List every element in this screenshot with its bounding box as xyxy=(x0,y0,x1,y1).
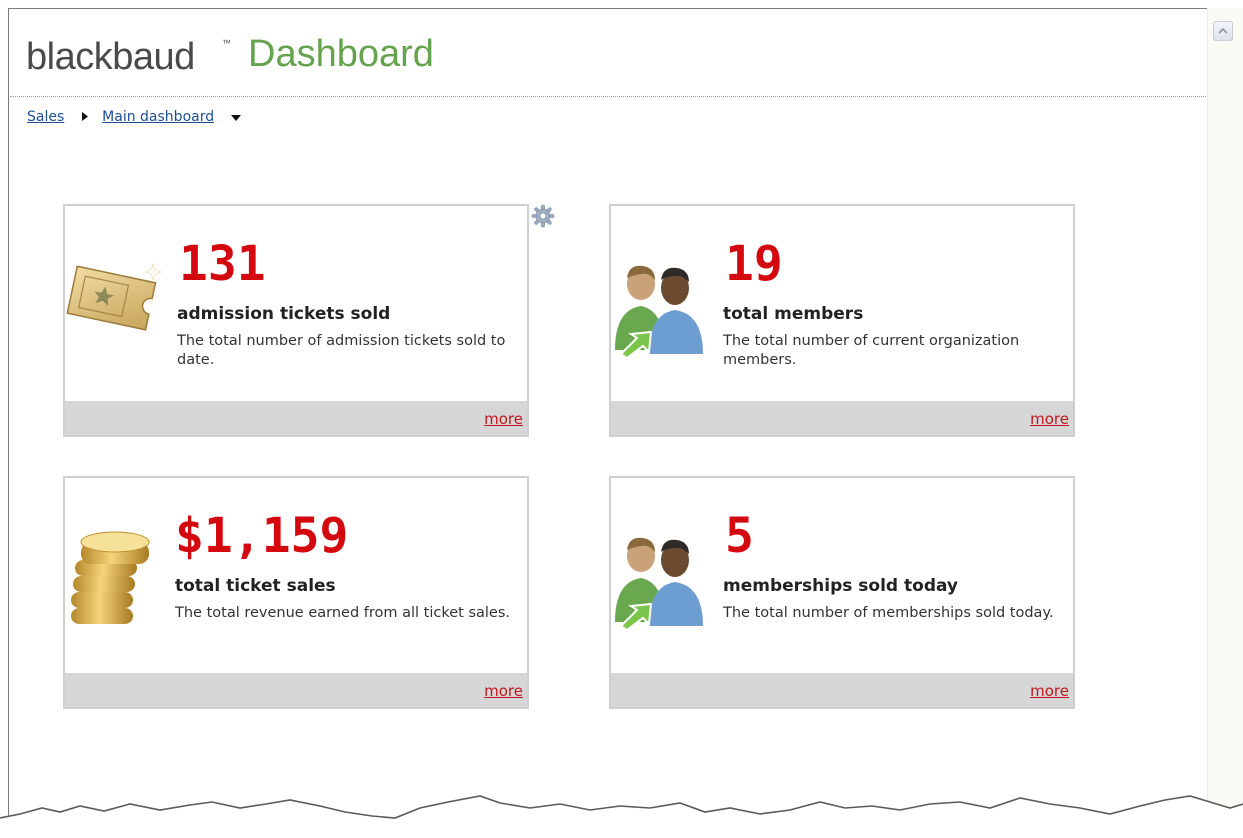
card-footer: more xyxy=(65,673,527,707)
kpi-description: The total number of memberships sold tod… xyxy=(723,605,1054,621)
members-icon xyxy=(611,258,711,362)
kpi-card-total-ticket-sales: $1,159 total ticket sales The total reve… xyxy=(63,476,529,709)
kpi-value: 19 xyxy=(725,236,783,292)
breadcrumb-sales-link[interactable]: Sales xyxy=(27,109,64,125)
kpi-value: $1,159 xyxy=(175,508,349,564)
coins-icon xyxy=(69,524,159,638)
product-name: Dashboard xyxy=(248,33,434,75)
kpi-title: total ticket sales xyxy=(175,576,336,596)
triangle-down-icon[interactable] xyxy=(230,109,241,125)
more-link[interactable]: more xyxy=(484,410,523,428)
kpi-card-admission-tickets: 131 admission tickets sold The total num… xyxy=(63,204,529,437)
vertical-scrollbar[interactable] xyxy=(1207,8,1243,838)
members-icon xyxy=(611,530,711,634)
torn-edge xyxy=(0,795,1243,838)
trademark-symbol: ™ xyxy=(222,38,231,48)
kpi-title: total members xyxy=(723,304,864,324)
kpi-title: memberships sold today xyxy=(723,576,959,596)
scroll-up-button[interactable] xyxy=(1213,21,1233,41)
kpi-description: The total number of admission tickets so… xyxy=(177,333,506,368)
card-footer: more xyxy=(65,401,527,435)
kpi-value: 5 xyxy=(725,508,754,564)
more-link[interactable]: more xyxy=(484,682,523,700)
kpi-description: The total number of current organization… xyxy=(723,333,1020,368)
card-footer: more xyxy=(611,401,1073,435)
card-footer: more xyxy=(611,673,1073,707)
breadcrumb-main-dashboard-link[interactable]: Main dashboard xyxy=(102,109,214,125)
kpi-title: admission tickets sold xyxy=(177,304,391,324)
more-link[interactable]: more xyxy=(1030,410,1069,428)
more-link[interactable]: more xyxy=(1030,682,1069,700)
header-divider xyxy=(10,96,1206,97)
ticket-icon xyxy=(65,260,162,344)
kpi-card-memberships-sold-today: 5 memberships sold today The total numbe… xyxy=(609,476,1075,709)
kpi-card-total-members: 19 total members The total number of cur… xyxy=(609,204,1075,437)
gear-icon[interactable] xyxy=(531,204,555,232)
kpi-value: 131 xyxy=(179,236,266,292)
kpi-description: The total revenue earned from all ticket… xyxy=(175,605,510,621)
brand-name: blackbaud xyxy=(26,36,195,78)
triangle-right-icon xyxy=(81,109,88,125)
chevron-up-icon xyxy=(1218,27,1228,34)
breadcrumb: Sales Main dashboard xyxy=(27,109,241,125)
